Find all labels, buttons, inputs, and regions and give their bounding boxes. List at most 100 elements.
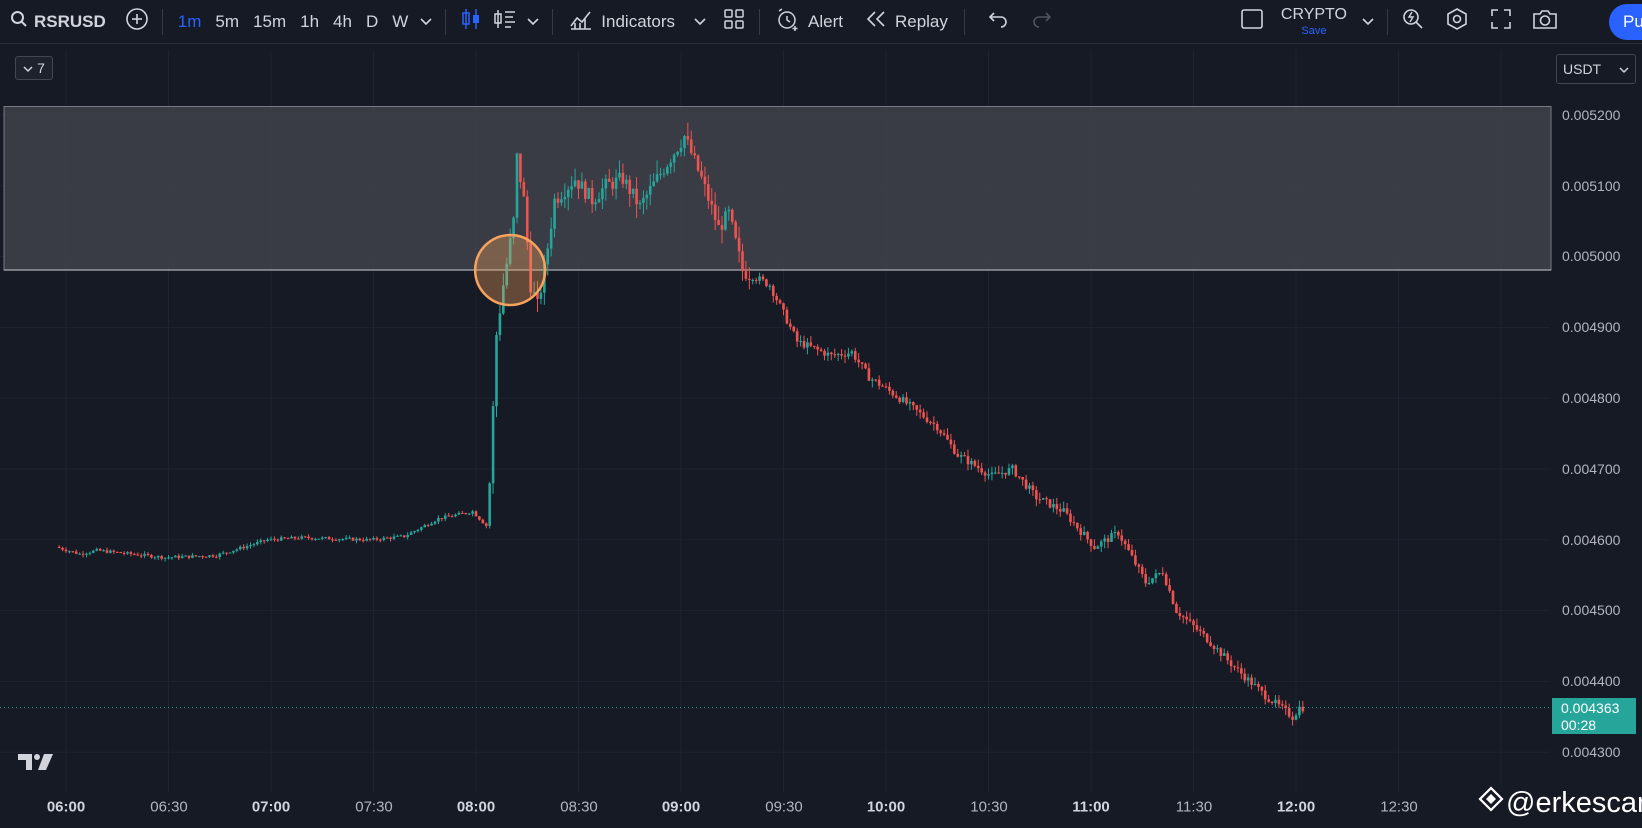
- timeframe-5m[interactable]: 5m: [208, 12, 246, 32]
- templates-button[interactable]: [717, 5, 751, 39]
- bar-countdown: 00:28: [1561, 717, 1597, 733]
- candle-body: [389, 537, 392, 539]
- candle-body: [112, 550, 116, 552]
- legend-toggle-button[interactable]: 7: [15, 56, 53, 80]
- candle-body: [713, 204, 717, 220]
- candle-body: [860, 362, 864, 364]
- snapshot-button[interactable]: [1528, 5, 1562, 39]
- replay-label: Replay: [894, 11, 948, 31]
- candle-body: [1048, 499, 1052, 508]
- candle-body: [242, 546, 245, 549]
- redo-button[interactable]: [1025, 5, 1059, 39]
- candle-body: [262, 540, 266, 542]
- candle-body: [204, 556, 208, 558]
- candle-body: [792, 326, 796, 332]
- candle-body: [823, 350, 826, 356]
- candle-body: [959, 455, 963, 457]
- undo-button[interactable]: [981, 5, 1015, 39]
- candle-body: [765, 279, 768, 287]
- candle-body: [1137, 564, 1141, 567]
- candle-body: [143, 553, 146, 556]
- layout-chevron-down-icon[interactable]: [1357, 17, 1379, 26]
- candle-body: [122, 553, 126, 555]
- author-watermark: @erkescan: [1478, 786, 1642, 820]
- candle-body: [734, 221, 737, 238]
- candle-body: [1028, 485, 1031, 489]
- timeframe-1m[interactable]: 1m: [171, 12, 209, 32]
- chart-pane[interactable]: [0, 45, 1642, 828]
- candle-body: [1130, 550, 1134, 556]
- replay-button[interactable]: Replay: [857, 10, 956, 33]
- candle-body: [1086, 531, 1089, 540]
- candle-body: [1113, 531, 1117, 534]
- candle-body: [1274, 699, 1277, 704]
- candle-body: [884, 386, 888, 388]
- symbol-search[interactable]: RSRUSD: [10, 0, 106, 44]
- candle-body: [256, 541, 259, 545]
- candle-body: [604, 178, 608, 189]
- candle-body: [1281, 704, 1284, 706]
- publish-button[interactable]: Pu: [1609, 4, 1642, 40]
- settings-button[interactable]: [1440, 5, 1474, 39]
- layout-select-button[interactable]: [1235, 5, 1269, 39]
- candle-body: [1301, 706, 1305, 712]
- resistance-zone[interactable]: [3, 106, 1552, 271]
- candle-body: [88, 552, 92, 554]
- price-axis-label: 0.004900: [1562, 319, 1621, 335]
- candle-body: [235, 549, 239, 551]
- timeframe-15m[interactable]: 15m: [246, 12, 293, 32]
- candle-body: [225, 552, 228, 554]
- chart-type-chevron-down-icon[interactable]: [522, 17, 544, 26]
- candle-body: [652, 181, 655, 187]
- highlight-circle-marker[interactable]: [473, 233, 547, 307]
- candle-body: [361, 540, 365, 542]
- candle-body: [1147, 583, 1151, 585]
- candle-body: [717, 219, 720, 226]
- indicators-chevron-down-icon[interactable]: [689, 17, 711, 26]
- toolbar-divider: [963, 8, 965, 35]
- time-axis-label: 06:30: [150, 798, 188, 816]
- time-axis-label: 07:30: [355, 798, 393, 816]
- candle-body: [590, 187, 594, 205]
- candle-body: [208, 555, 211, 557]
- currency-select[interactable]: USDT: [1556, 54, 1636, 84]
- candle-body: [522, 182, 526, 197]
- candle-body: [211, 555, 215, 557]
- price-chart[interactable]: [0, 45, 1642, 828]
- toolbar-divider: [552, 8, 554, 35]
- timeframe-1h[interactable]: 1h: [293, 12, 326, 32]
- candles-style-button[interactable]: [454, 5, 488, 39]
- alert-button[interactable]: Alert: [768, 7, 851, 36]
- timeframe-chevron-down-icon[interactable]: [415, 17, 437, 26]
- candle-body: [894, 395, 898, 398]
- candle-body: [327, 537, 331, 540]
- currency-value: USDT: [1563, 61, 1602, 77]
- timeframe-w[interactable]: W: [385, 12, 415, 32]
- candle-body: [1263, 690, 1267, 700]
- candle-body: [379, 539, 382, 541]
- quick-search-button[interactable]: [1396, 5, 1430, 39]
- candle-body: [399, 535, 403, 537]
- candle-body: [351, 537, 355, 541]
- candle-body: [478, 516, 481, 520]
- candle-body: [577, 180, 580, 189]
- indicators-button[interactable]: Indicators: [561, 8, 683, 35]
- layout-name[interactable]: CRYPTO Save: [1281, 6, 1347, 37]
- top-toolbar: RSRUSD 1m 5m 15m 1h 4h D W Indicators Al…: [0, 0, 1642, 44]
- compare-symbol-button[interactable]: [120, 5, 154, 39]
- chart-type-button[interactable]: [488, 5, 522, 39]
- candle-body: [146, 553, 150, 555]
- candle-body: [1243, 673, 1247, 681]
- timeframe-d[interactable]: D: [359, 12, 385, 32]
- candle-body: [949, 439, 953, 445]
- candle-body: [1240, 668, 1243, 674]
- time-axis-label: 09:00: [661, 798, 701, 816]
- candle-body: [78, 553, 81, 555]
- candle-body: [1014, 465, 1018, 477]
- candlestick-icon: [461, 7, 481, 36]
- candle-body: [1222, 653, 1226, 656]
- timeframe-4h[interactable]: 4h: [326, 12, 359, 32]
- candle-body: [635, 188, 638, 205]
- fullscreen-button[interactable]: [1484, 5, 1518, 39]
- candle-body: [662, 173, 666, 175]
